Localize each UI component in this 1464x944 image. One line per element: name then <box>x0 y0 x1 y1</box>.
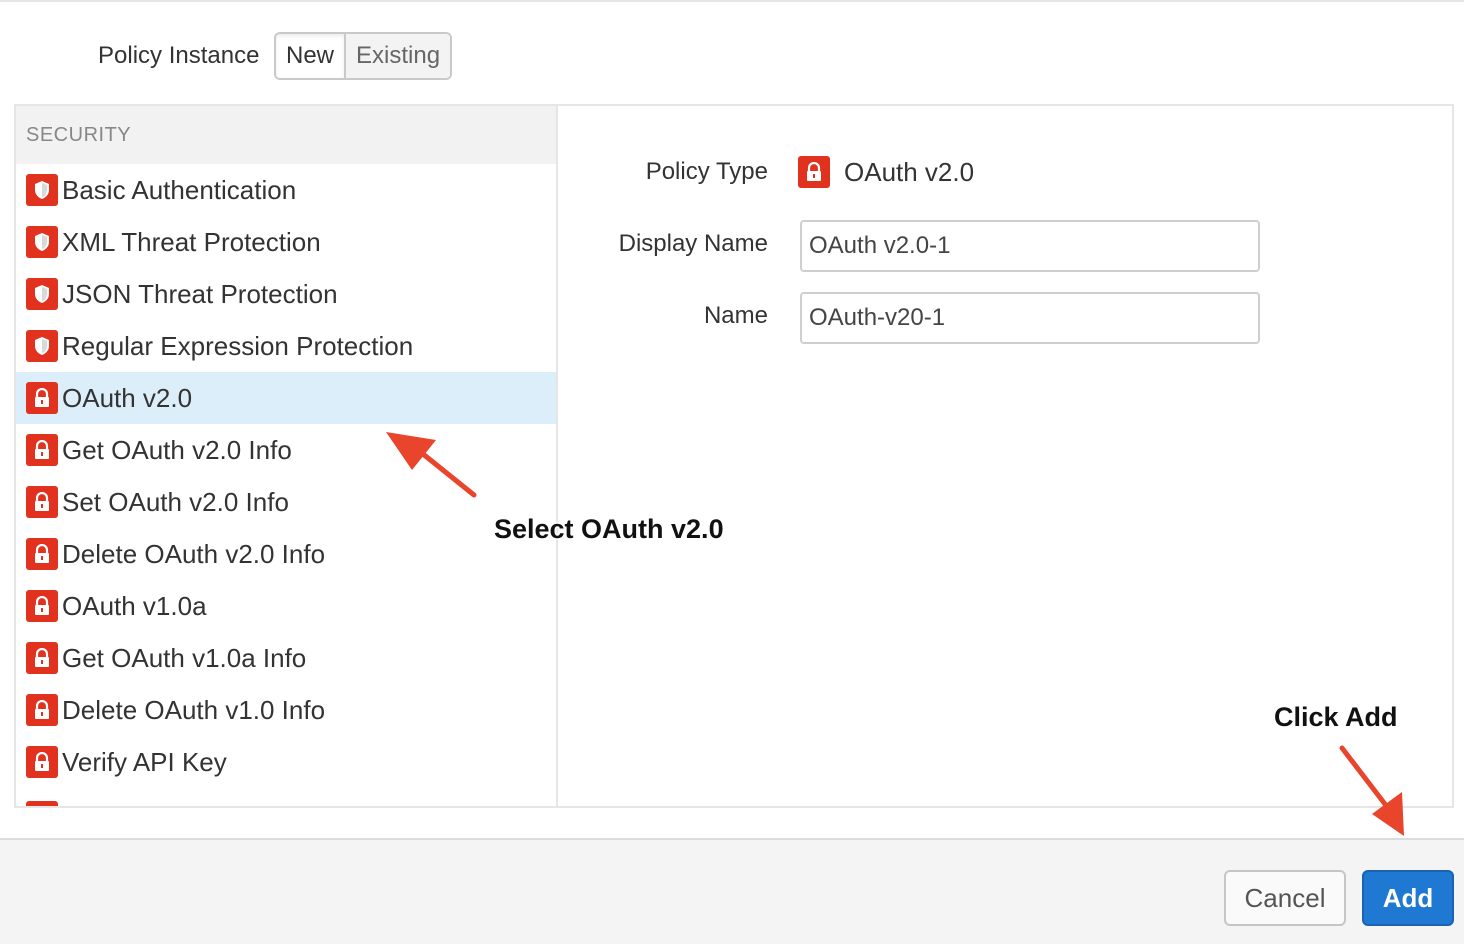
lock-icon <box>798 156 830 188</box>
section-header-security: SECURITY <box>16 106 556 164</box>
policy-item[interactable]: OAuth v2.0 <box>16 372 556 424</box>
policy-panel: SECURITY Basic Authentication XML Threat … <box>14 104 1454 808</box>
policy-item-label: Delete OAuth v2.0 Info <box>62 538 326 569</box>
lock-icon <box>26 538 58 570</box>
annotation-select-oauth: Select OAuth v2.0 <box>494 514 724 544</box>
lock-icon <box>26 486 58 518</box>
lock-icon <box>26 642 58 674</box>
add-button[interactable]: Add <box>1362 870 1454 926</box>
policy-item-label: Basic Authentication <box>62 174 297 205</box>
policy-item-label: JSON Threat Protection <box>62 278 338 309</box>
policy-item-label: OAuth v2.0 <box>62 382 193 413</box>
lock-icon <box>26 382 58 414</box>
shield-icon <box>26 330 58 362</box>
lock-icon <box>26 694 58 726</box>
policy-item[interactable]: Delete OAuth v2.0 Info <box>16 528 556 580</box>
policy-item[interactable]: XML Threat Protection <box>16 216 556 268</box>
lock-icon <box>26 746 58 778</box>
lock-icon <box>26 434 58 466</box>
lock-icon <box>26 590 58 622</box>
policy-item-label: XML Threat Protection <box>62 226 321 257</box>
toggle-new-button[interactable]: New <box>276 34 347 78</box>
policy-instance-label: Policy Instance <box>98 42 260 69</box>
name-input[interactable] <box>800 292 1260 344</box>
dialog-footer: Cancel Add <box>0 838 1464 944</box>
policy-list: Basic Authentication XML Threat Protectio… <box>16 164 556 788</box>
policy-item-label: Get OAuth v1.0a Info <box>62 642 307 673</box>
display-name-label: Display Name <box>618 230 768 257</box>
cancel-button[interactable]: Cancel <box>1224 870 1346 926</box>
policy-item[interactable]: OAuth v1.0a <box>16 580 556 632</box>
policy-item[interactable]: Basic Authentication <box>16 164 556 216</box>
policy-item[interactable]: Delete OAuth v1.0 Info <box>16 684 556 736</box>
shield-icon <box>26 174 58 206</box>
policy-item-label: OAuth v1.0a <box>62 590 207 621</box>
policy-item-label: Delete OAuth v1.0 Info <box>62 694 326 725</box>
policy-item-label: Verify API Key <box>62 746 227 777</box>
policy-item[interactable]: JSON Threat Protection <box>16 268 556 320</box>
shield-icon <box>26 226 58 258</box>
toggle-existing-button[interactable]: Existing <box>346 34 451 78</box>
annotation-click-add: Click Add <box>1274 702 1398 732</box>
shield-icon <box>26 278 58 310</box>
policy-type-text: OAuth v2.0 <box>844 156 975 187</box>
policy-item[interactable]: Set OAuth v2.0 Info <box>16 476 556 528</box>
partially-visible-lock-icon <box>26 801 58 806</box>
policy-details-pane: Policy Type OAuth v2.0 Display Name Name <box>560 106 1454 806</box>
name-label: Name <box>703 302 768 329</box>
display-name-input[interactable] <box>800 220 1260 272</box>
policy-list-pane[interactable]: SECURITY Basic Authentication XML Threat … <box>16 106 558 806</box>
policy-instance-toggle: New Existing <box>274 32 453 80</box>
policy-item[interactable]: Verify API Key <box>16 736 556 788</box>
policy-item[interactable]: Get OAuth v1.0a Info <box>16 632 556 684</box>
policy-item-label: Set OAuth v2.0 Info <box>62 486 289 517</box>
top-divider <box>0 0 1464 2</box>
policy-type-value: OAuth v2.0 <box>798 156 974 188</box>
policy-item-label: Get OAuth v2.0 Info <box>62 434 292 465</box>
policy-item[interactable]: Get OAuth v2.0 Info <box>16 424 556 476</box>
policy-item[interactable]: Regular Expression Protection <box>16 320 556 372</box>
policy-type-label: Policy Type <box>645 158 768 185</box>
policy-item-label: Regular Expression Protection <box>62 330 414 361</box>
